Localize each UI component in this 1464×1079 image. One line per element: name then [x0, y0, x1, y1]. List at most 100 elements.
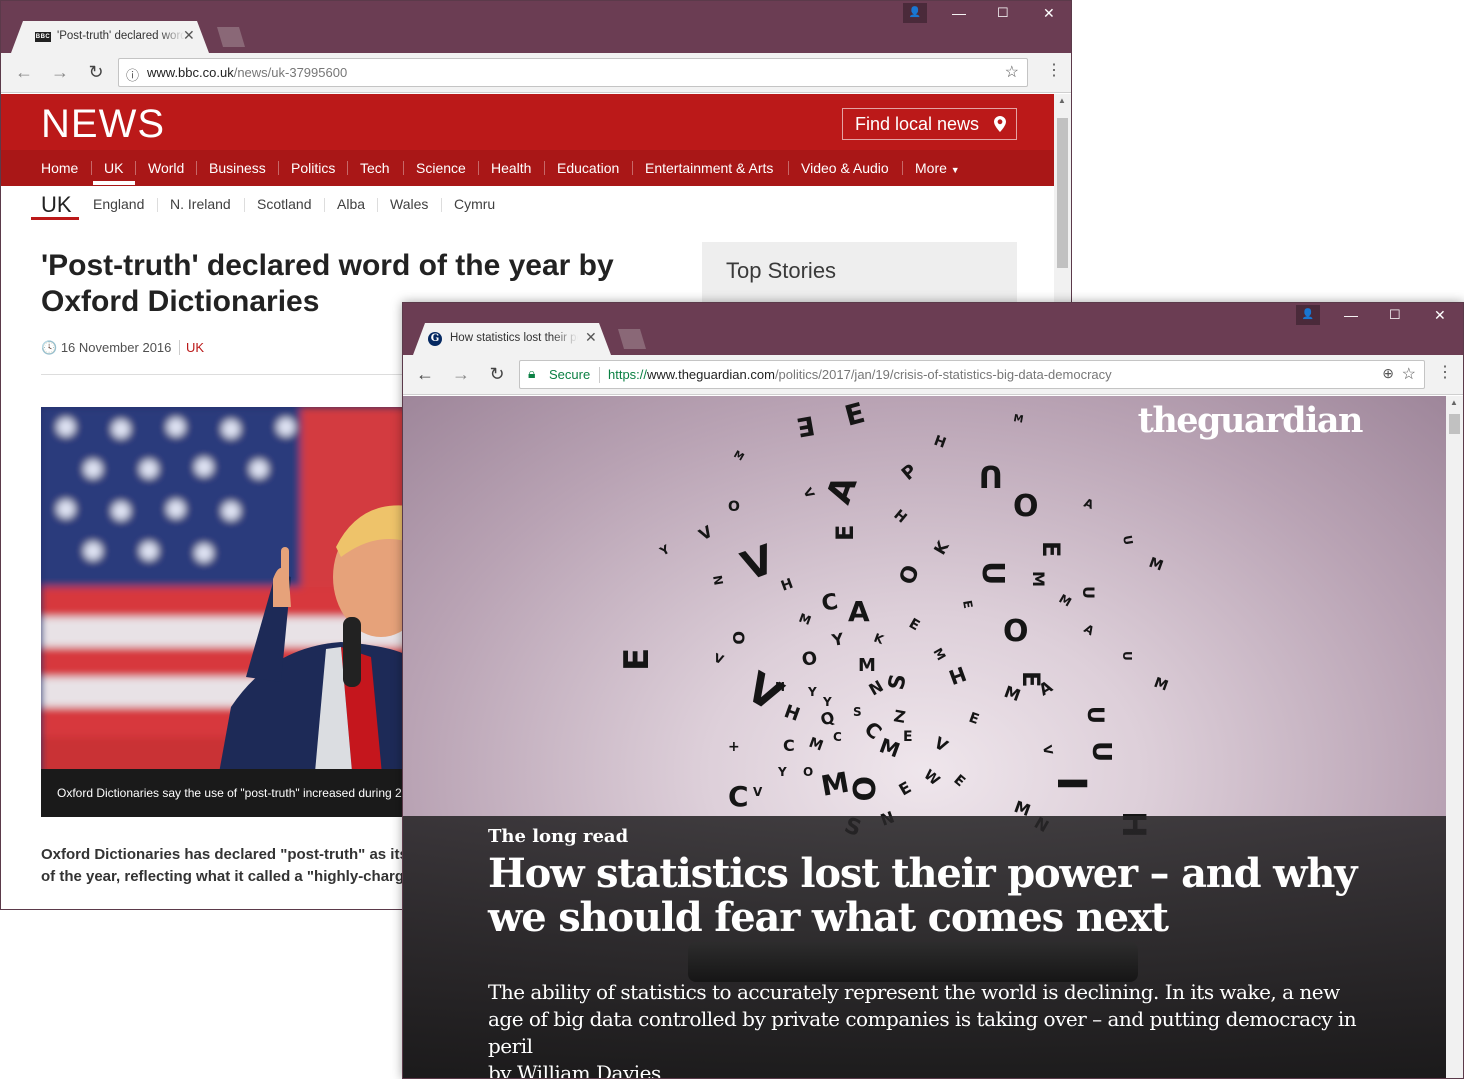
nav-science[interactable]: Science: [416, 150, 466, 186]
main-nav: Home UK World Business Politics Tech Sci…: [1, 150, 1055, 186]
profile-icon[interactable]: 👤: [1296, 305, 1320, 325]
maximize-icon[interactable]: ☐: [997, 5, 1009, 21]
star-icon[interactable]: ☆: [1402, 364, 1416, 384]
tab-close-icon[interactable]: ✕: [585, 329, 597, 346]
nav-world[interactable]: World: [148, 150, 184, 186]
address-bar[interactable]: 🔒︎ Secure https://www.theguardian.com/po…: [519, 360, 1425, 389]
svg-text:M: M: [732, 449, 746, 464]
close-icon[interactable]: ✕: [1043, 5, 1055, 22]
svg-text:S: S: [853, 705, 862, 719]
forward-arrow-icon[interactable]: →: [450, 364, 472, 385]
nav-entertainment[interactable]: Entertainment & Arts: [645, 150, 773, 186]
svg-text:A: A: [1036, 677, 1057, 700]
kebab-menu-icon[interactable]: ⋮: [1437, 365, 1453, 381]
svg-text:M: M: [930, 646, 948, 663]
zoom-icon[interactable]: ⊕: [1382, 365, 1394, 382]
svg-text:E: E: [1017, 671, 1045, 687]
tab-bbc[interactable]: BBC 'Post-truth' declared word of the ye…: [11, 21, 209, 53]
profile-icon[interactable]: 👤: [903, 3, 927, 23]
subnav-england[interactable]: England: [93, 196, 144, 212]
svg-text:E: E: [960, 599, 975, 610]
close-icon[interactable]: ✕: [1434, 307, 1446, 324]
svg-text:M: M: [1057, 591, 1074, 609]
article-date: 16 November 2016: [60, 340, 172, 355]
svg-text:O: O: [729, 631, 748, 645]
reload-icon[interactable]: ↻: [486, 364, 508, 385]
svg-text:E: E: [896, 778, 915, 800]
svg-text:E: E: [906, 616, 922, 635]
svg-text:E: E: [1037, 541, 1065, 557]
svg-text:H: H: [781, 701, 802, 726]
svg-text:V: V: [753, 785, 763, 799]
guardian-browser-window: G How statistics lost their power – and …: [402, 302, 1464, 1079]
info-icon[interactable]: ⓘ: [126, 65, 139, 84]
svg-text:U: U: [1120, 651, 1134, 661]
nav-divider: [544, 161, 545, 175]
address-bar[interactable]: ⓘ www.bbc.co.uk/news/uk-37995600 ☆: [118, 58, 1028, 87]
tab-guardian[interactable]: G How statistics lost their power – and …: [413, 323, 611, 355]
secure-label: Secure: [549, 367, 591, 382]
kebab-menu-icon[interactable]: ⋮: [1046, 63, 1062, 79]
intro-line-1: Oxford Dictionaries has declared "post-t…: [41, 846, 411, 863]
divider: [41, 374, 411, 375]
scroll-up-icon[interactable]: ▲: [1450, 398, 1458, 407]
svg-text:O: O: [728, 499, 740, 515]
svg-text:Y: Y: [822, 695, 832, 709]
nav-divider: [278, 161, 279, 175]
nav-divider: [788, 161, 789, 175]
subnav-wales[interactable]: Wales: [390, 196, 428, 212]
page-scrollbar[interactable]: ▲: [1446, 396, 1463, 1078]
minimize-icon[interactable]: —: [1344, 307, 1358, 323]
subnav-alba[interactable]: Alba: [337, 196, 365, 212]
nav-divider: [347, 161, 348, 175]
back-arrow-icon[interactable]: ←: [414, 364, 436, 385]
bbc-news-logo[interactable]: NEWS: [41, 102, 165, 147]
scrollbar-thumb[interactable]: [1449, 414, 1460, 434]
back-arrow-icon[interactable]: ←: [13, 62, 35, 83]
nav-health[interactable]: Health: [491, 150, 531, 186]
svg-text:U: U: [979, 458, 1003, 493]
svg-text:V: V: [712, 651, 726, 668]
forward-arrow-icon[interactable]: →: [49, 62, 71, 83]
subnav-scotland[interactable]: Scotland: [257, 196, 311, 212]
reload-icon[interactable]: ↻: [85, 62, 107, 83]
nav-politics[interactable]: Politics: [291, 150, 335, 186]
svg-text:Y: Y: [829, 629, 845, 650]
caret-down-icon: ▼: [950, 165, 960, 175]
image-caption: Oxford Dictionaries say the use of "post…: [41, 769, 421, 817]
new-tab-button[interactable]: [618, 329, 646, 349]
svg-text:H: H: [775, 680, 785, 694]
subnav-n-ireland[interactable]: N. Ireland: [170, 196, 231, 212]
svg-text:K: K: [930, 537, 953, 558]
subnav-active-indicator: [31, 217, 79, 220]
find-local-news-button[interactable]: Find local news: [842, 108, 1017, 140]
url-text: www.bbc.co.uk/news/uk-37995600: [147, 65, 348, 80]
lock-icon[interactable]: 🔒︎: [528, 365, 535, 382]
maximize-icon[interactable]: ☐: [1389, 307, 1401, 323]
star-icon[interactable]: ☆: [1005, 62, 1019, 82]
svg-text:V: V: [738, 662, 791, 721]
scroll-up-icon[interactable]: ▲: [1058, 96, 1066, 105]
svg-text:W: W: [920, 767, 942, 789]
nav-video-audio[interactable]: Video & Audio: [801, 150, 889, 186]
subnav-cymru[interactable]: Cymru: [454, 196, 495, 212]
top-stories-heading: Top Stories: [726, 258, 837, 283]
svg-text:E: E: [831, 525, 859, 541]
section-link[interactable]: UK: [179, 340, 205, 355]
nav-business[interactable]: Business: [209, 150, 266, 186]
nav-tech[interactable]: Tech: [360, 150, 390, 186]
scrollbar-thumb[interactable]: [1057, 118, 1068, 268]
svg-text:N: N: [710, 574, 726, 586]
guardian-logo[interactable]: theguardian: [1138, 400, 1364, 441]
author-link[interactable]: William Davies: [516, 1061, 661, 1078]
nav-more[interactable]: More ▼: [915, 150, 960, 186]
new-tab-button[interactable]: [217, 27, 245, 47]
tab-close-icon[interactable]: ✕: [183, 27, 195, 44]
nav-education[interactable]: Education: [557, 150, 619, 186]
nav-home[interactable]: Home: [41, 150, 78, 186]
series-kicker[interactable]: The long read: [488, 826, 628, 847]
svg-text:Y: Y: [777, 765, 787, 779]
minimize-icon[interactable]: —: [952, 5, 966, 21]
svg-text:V: V: [931, 733, 952, 756]
svg-text:Q: Q: [818, 707, 837, 730]
